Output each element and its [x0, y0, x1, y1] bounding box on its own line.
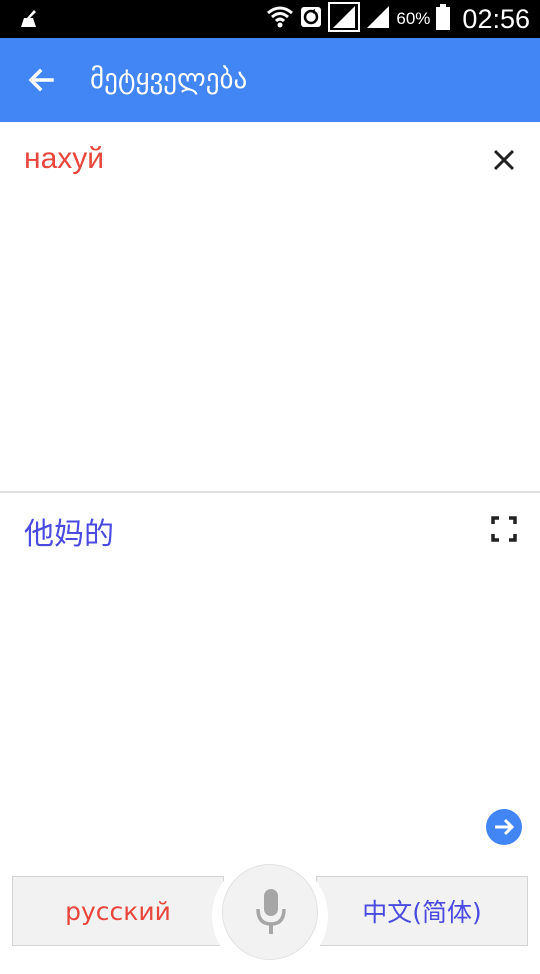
- target-language-button[interactable]: 中文(简体): [316, 876, 528, 946]
- app-bar: მეტყველება: [0, 38, 540, 122]
- signal-icon-2: [366, 5, 390, 33]
- translate-go-button[interactable]: [486, 809, 522, 845]
- microphone-icon: [256, 889, 286, 934]
- microphone-button[interactable]: [222, 864, 318, 960]
- status-icons: 60% 02:56: [266, 0, 530, 38]
- signal-icon: [328, 2, 361, 36]
- source-language-button[interactable]: русский: [12, 876, 224, 946]
- fullscreen-button[interactable]: [490, 515, 518, 543]
- battery-percent: 60%: [396, 9, 431, 28]
- battery-icon: [436, 4, 451, 34]
- clock: 02:56: [462, 3, 530, 34]
- close-icon: [493, 149, 515, 171]
- clear-button[interactable]: [488, 144, 520, 176]
- sync-icon: [300, 6, 322, 32]
- source-text[interactable]: нахуй: [24, 142, 104, 176]
- notification-cleaner-icon: [18, 9, 40, 33]
- fullscreen-icon: [491, 516, 517, 542]
- back-button[interactable]: [22, 60, 62, 100]
- page-title: მეტყველება: [90, 64, 248, 95]
- wifi-icon: [266, 4, 294, 34]
- arrow-forward-circle-icon: [495, 818, 515, 836]
- status-bar: 60% 02:56: [0, 0, 540, 38]
- input-panel[interactable]: нахуй: [0, 122, 540, 492]
- translated-text: 他妈的: [24, 517, 114, 552]
- arrow-back-icon: [28, 68, 54, 92]
- output-panel: 他妈的: [0, 493, 540, 865]
